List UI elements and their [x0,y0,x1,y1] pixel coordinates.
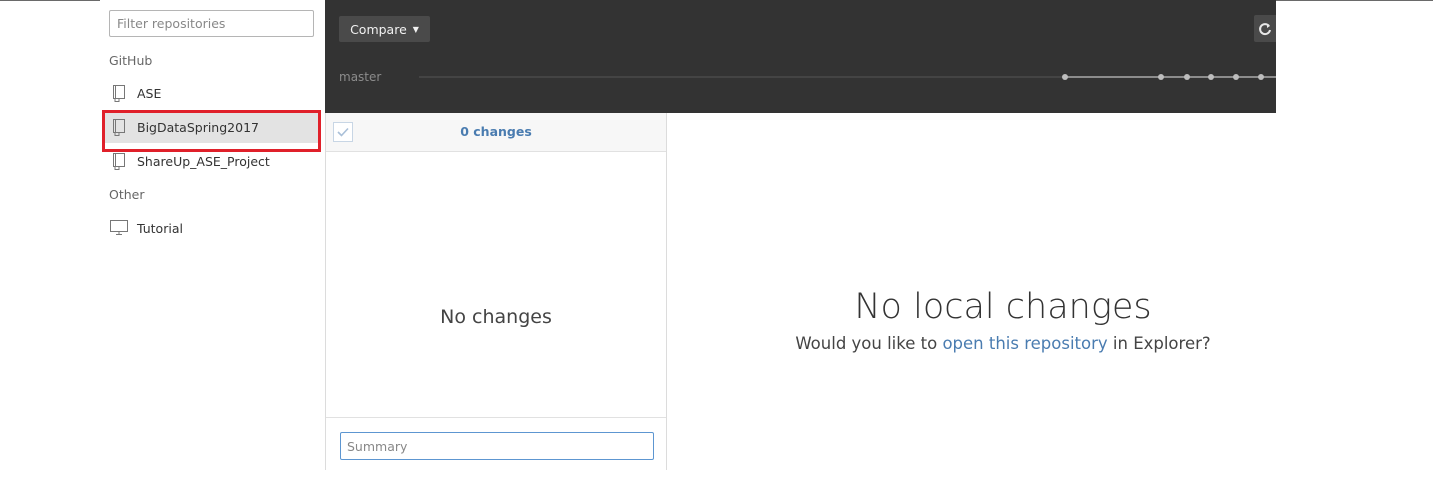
repo-label: Tutorial [137,220,183,236]
branch-header: Compare ▼ master [325,0,1276,113]
commit-dot[interactable] [1233,74,1239,80]
selection-highlight-box [102,110,321,152]
prompt-prefix: Would you like to [795,334,943,353]
commit-dot[interactable] [1208,74,1214,80]
commit-summary-area [326,417,666,470]
section-label-github: GitHub [109,53,153,68]
commit-dot[interactable] [1062,74,1068,80]
compare-button[interactable]: Compare ▼ [339,16,430,42]
section-label-other: Other [109,187,145,202]
commit-dot[interactable] [1184,74,1190,80]
changes-panel: 0 changes No changes [325,113,667,470]
prompt-suffix: in Explorer? [1107,334,1211,353]
no-changes-message: No changes [440,306,552,328]
commit-dot[interactable] [1158,74,1164,80]
commit-dot[interactable] [1258,74,1264,80]
open-repository-link[interactable]: open this repository [942,334,1107,353]
repo-icon [109,83,129,103]
branch-name: master [339,70,382,84]
compare-label: Compare [350,21,407,37]
sync-icon [1259,22,1271,35]
filter-repositories-input[interactable] [109,10,314,37]
computer-icon [109,218,129,238]
open-repository-prompt: Would you like to open this repository i… [667,334,1339,353]
no-local-changes-title: No local changes [854,287,1152,327]
changes-count: 0 changes [460,124,532,139]
commit-timeline [419,74,1276,80]
repo-item-ase[interactable]: ASE [105,77,319,109]
main-content: No local changes Would you like to open … [667,113,1276,470]
repo-icon [109,151,129,171]
sync-button[interactable] [1254,15,1276,42]
repository-sidebar: GitHub ASE BigDataSpring2017 ShareUp_ASE… [100,0,325,470]
repo-item-tutorial[interactable]: Tutorial [105,212,319,244]
caret-down-icon: ▼ [412,24,419,34]
repo-label: ShareUp_ASE_Project [137,153,270,169]
changes-header: 0 changes [326,113,666,152]
summary-input[interactable] [340,432,654,460]
repo-label: ASE [137,85,162,101]
